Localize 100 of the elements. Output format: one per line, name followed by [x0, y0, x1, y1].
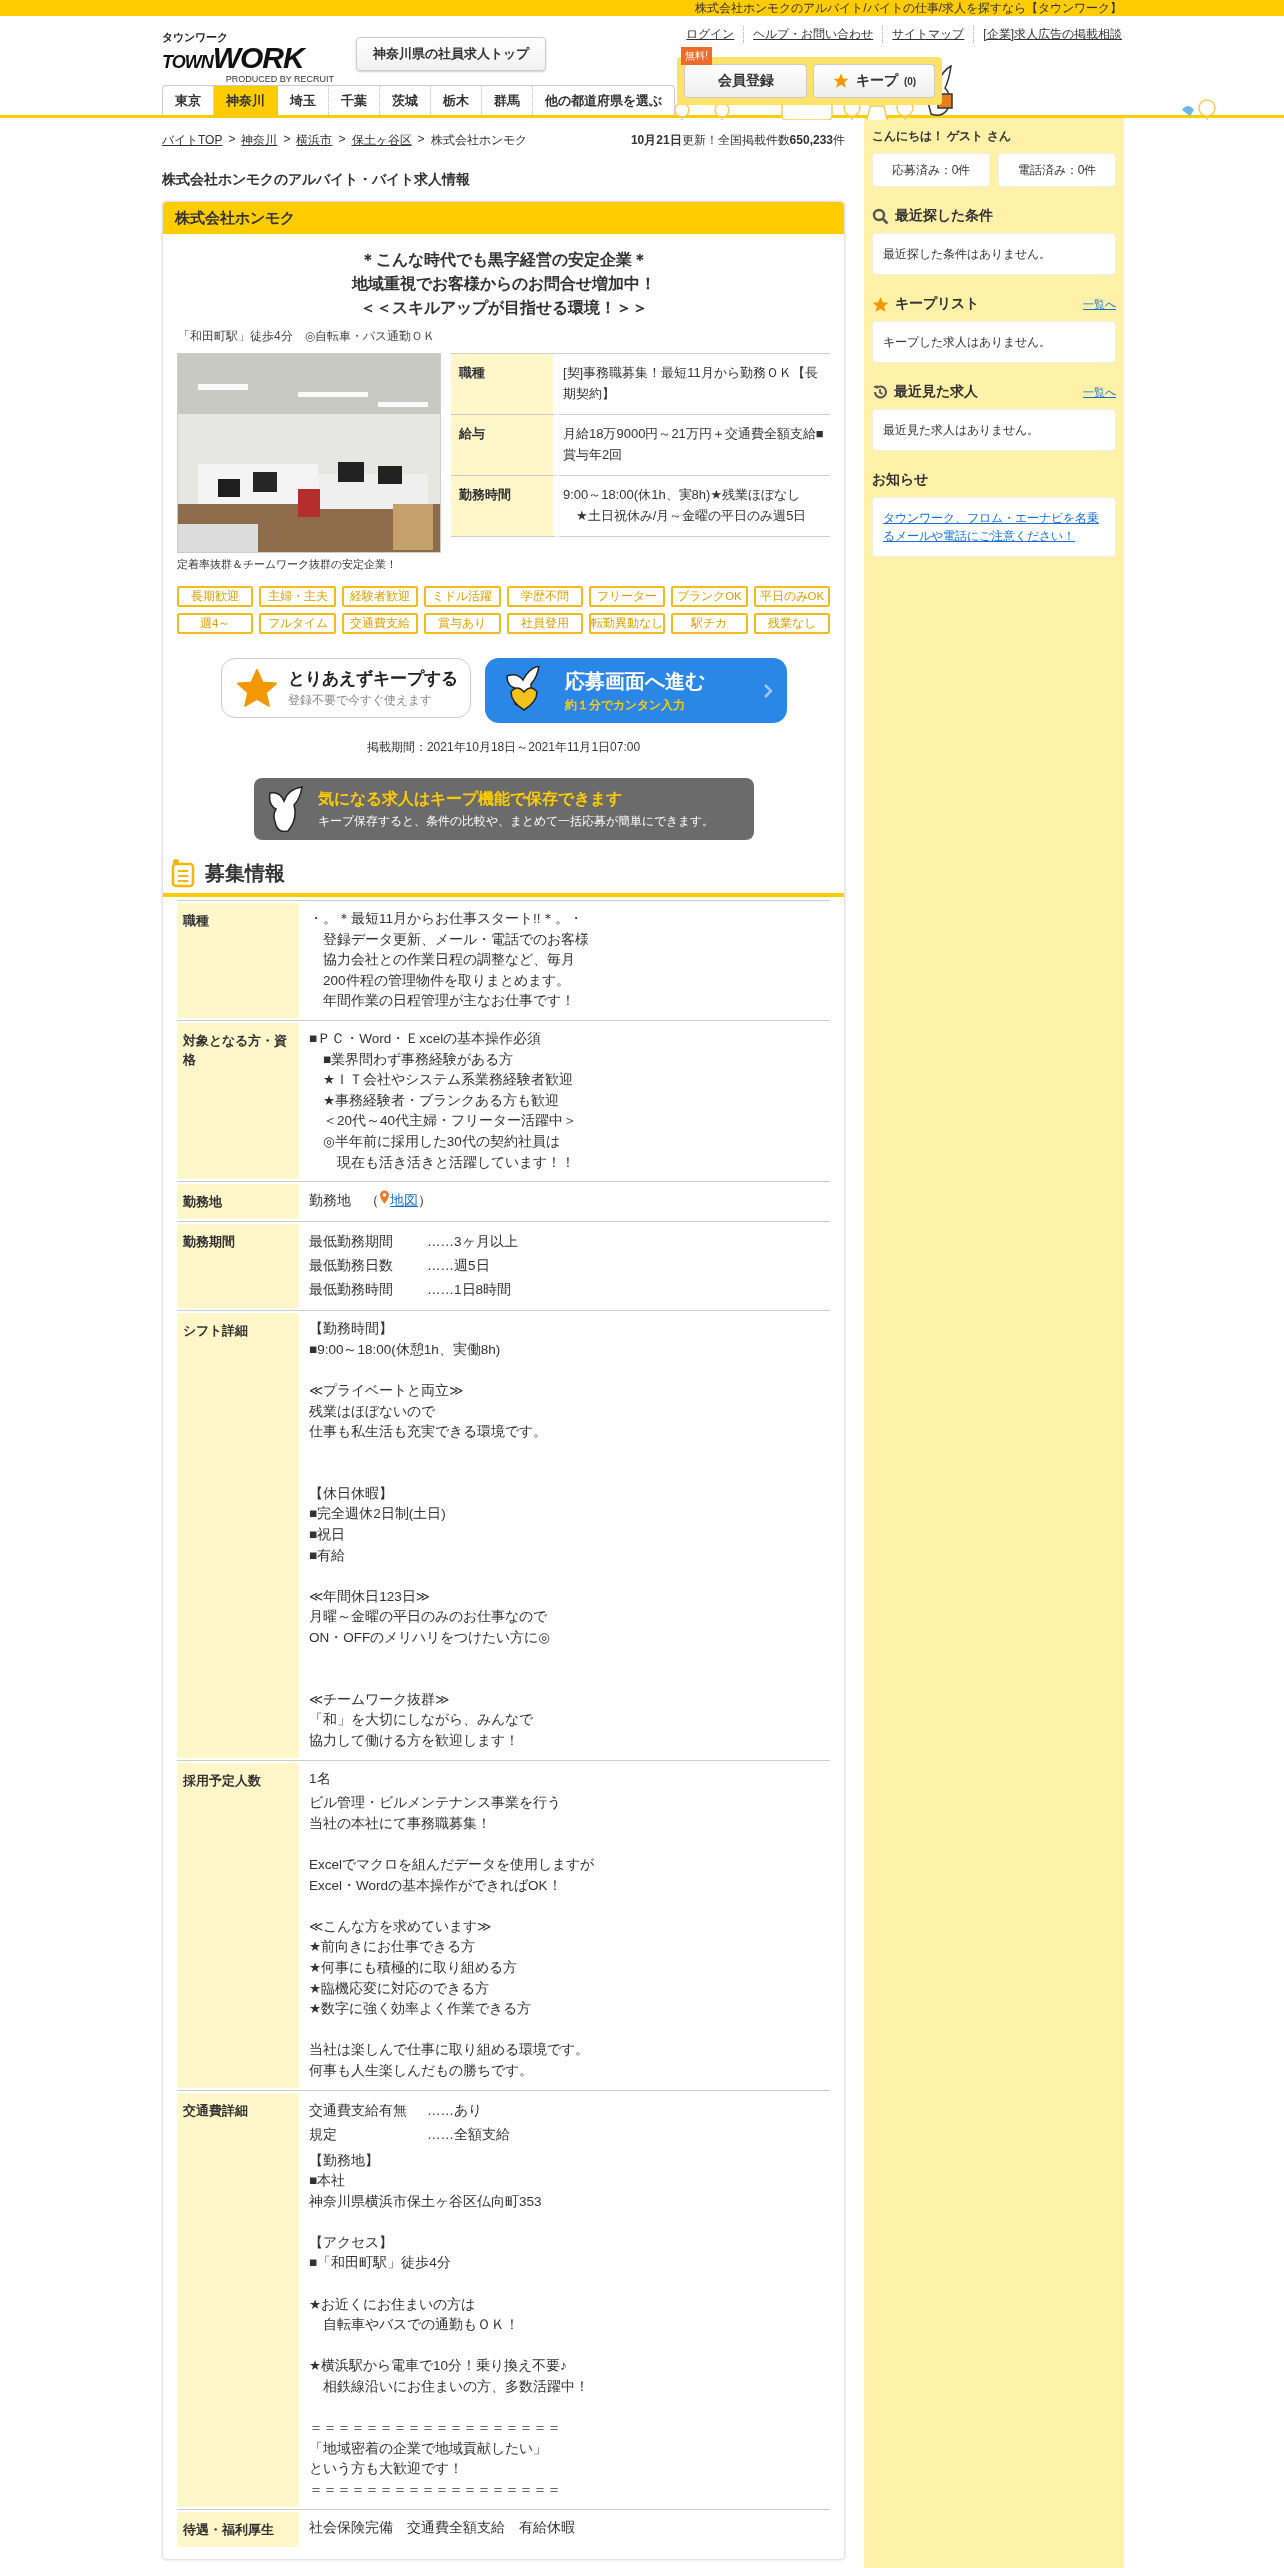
star-icon — [235, 668, 278, 708]
notice-link[interactable]: タウンワーク、フロム・エーナビを名乗るメールや電話にご注意ください！ — [883, 509, 1105, 545]
detail-text: 自転車やバスでの通勤もＯＫ！ — [322, 2316, 520, 2335]
detail-text: ■業界問わず事務経験がある方 — [322, 1050, 515, 1069]
update-info: 10月21日更新！全国掲載件数650,233件 — [630, 132, 845, 149]
detail-text: ■「和田町駅」徒歩4分 — [309, 2254, 452, 2273]
banner-title: 気になる求人はキープ機能で保存できます — [317, 788, 623, 810]
star-icon — [872, 295, 889, 313]
location-text: ） — [418, 1193, 432, 1209]
keep-button[interactable]: キープ (0) — [812, 64, 936, 98]
empty-message: 最近探した条件はありません。 — [883, 248, 1051, 260]
prefecture-tab[interactable]: 神奈川 — [214, 86, 278, 115]
feature-tag: 平日のみOK — [753, 586, 830, 607]
detail-text: 【アクセス】 — [309, 2233, 394, 2252]
detail-text: 神奈川県横浜市保土ヶ谷区仏向町353 — [309, 2192, 543, 2211]
feature-tag: 社員登用 — [506, 613, 583, 634]
empty-message: キープした求人はありません。 — [883, 336, 1051, 348]
feature-tag: ブランクOK — [671, 586, 748, 607]
detail-text: ★横浜駅から電車で10分！乗り換え不要♪ — [309, 2357, 568, 2376]
status-counter: 電話済み：0件 — [998, 153, 1116, 187]
section-title: 募集情報 — [205, 860, 285, 886]
view-all-link[interactable]: 一覧へ — [1083, 296, 1116, 312]
register-button[interactable]: 会員登録 — [684, 64, 807, 98]
detail-text: ■完全週休2日制(土日) — [309, 1505, 447, 1524]
feature-tag: フリーター — [588, 586, 666, 607]
feature-tag: フルタイム — [259, 613, 336, 634]
detail-text: ≪年間休日123日≫ — [309, 1587, 431, 1606]
detail-text: ★お近くにお住まいの方は — [309, 2295, 477, 2314]
detail-text: ■本社 — [309, 2172, 347, 2191]
sidebar-heading: 最近探した条件 — [895, 207, 993, 225]
map-pin-icon — [379, 1190, 390, 1206]
breadcrumb-link[interactable]: 横浜市 — [296, 132, 333, 149]
summary-label: 勤務時間 — [451, 476, 559, 537]
breadcrumb-link[interactable]: バイトTOP — [162, 132, 223, 149]
term-value: ……週5日 — [427, 1257, 490, 1276]
detail-text: ＝＝＝＝＝＝＝＝＝＝＝＝＝＝＝＝＝＝ — [309, 2419, 562, 2438]
apply-button[interactable]: 応募画面へ進む 約１分でカンタン入力 — [484, 658, 787, 723]
breadcrumb-current: 株式会社ホンモク — [430, 132, 527, 149]
breadcrumb-separator: > — [228, 132, 236, 148]
breadcrumb-separator: > — [338, 132, 346, 148]
term-label: 最低勤務日数 — [309, 1257, 394, 1276]
photo-caption: 定着率抜群＆チームワーク抜群の安定企業！ — [177, 557, 398, 572]
detail-text: ■有給 — [309, 1546, 347, 1565]
detail-text: ＝＝＝＝＝＝＝＝＝＝＝＝＝＝＝＝＝＝ — [309, 2481, 562, 2499]
detail-text: Excelでマクロを組んだデータを使用しますが — [309, 1855, 594, 1874]
row-label: 勤務期間 — [177, 1224, 299, 1309]
summary-label: 給与 — [451, 415, 559, 476]
row-label: 対象となる方・資格 — [177, 1022, 299, 1180]
logo[interactable]: タウンワーク TOWNWORK PRODUCED BY RECRUIT — [162, 32, 334, 84]
sidebar-heading: キープリスト — [895, 295, 979, 313]
detail-text: 「地域密着の企業で地域貢献したい」 — [309, 2439, 548, 2458]
term-value: ……1日8時間 — [427, 1281, 512, 1300]
feature-tag: 残業なし — [753, 613, 830, 634]
detail-text: 【休日休暇】 — [309, 1484, 394, 1503]
detail-text: 「和」を大切にしながら、みんなで — [309, 1711, 534, 1730]
detail-text: 何事も人生楽しんだもの勝ちです。 — [309, 2061, 534, 2080]
page-title: 株式会社ホンモクのアルバイト・バイト求人情報 — [162, 171, 471, 189]
detail-text: 【勤務時間】 — [309, 1320, 394, 1339]
detail-text: 1名 — [309, 1769, 332, 1788]
breadcrumb-link[interactable]: 神奈川 — [241, 132, 278, 149]
term-value: ……3ヶ月以上 — [427, 1233, 518, 1252]
detail-text: 残業はほぼないので — [309, 1402, 436, 1421]
detail-text: ★何事にも積極的に取り組める方 — [309, 1958, 519, 1977]
keep-job-button[interactable]: とりあえずキープする 登録不要で今すぐ使えます — [220, 658, 471, 718]
header-link[interactable]: ログイン — [677, 26, 744, 43]
breadcrumb-separator: > — [283, 132, 291, 148]
feature-tag: 主婦・主夫 — [259, 586, 336, 607]
employee-jobs-button[interactable]: 神奈川県の社員求人トップ — [356, 37, 546, 71]
banner-text: キープ保存すると、条件の比較や、まとめて一括応募が簡単にできます。 — [317, 812, 714, 830]
detail-text: 協力して働ける方を歓迎します！ — [309, 1732, 520, 1750]
row-label: シフト詳細 — [177, 1313, 299, 1758]
summary-value: 月給18万9000円～21万円＋交通費全額支給■賞与年2回 — [559, 415, 830, 476]
term-label: 規定 — [309, 2125, 338, 2144]
header-link[interactable]: [企業]求人広告の掲載相談 — [973, 26, 1122, 43]
breadcrumb-separator: > — [417, 132, 425, 148]
summary-value: [契]事務職募集！最短11月から勤務ＯＫ【長期契約】 — [559, 354, 830, 415]
view-all-link[interactable]: 一覧へ — [1083, 384, 1116, 400]
detail-text: 月曜～金曜の平日のみのお仕事なので — [309, 1608, 548, 1627]
header-link[interactable]: サイトマップ — [882, 26, 974, 43]
star-icon — [831, 72, 850, 90]
detail-text: ・。＊最短11月からお仕事スタート!!＊。・ — [309, 910, 584, 928]
detail-text: ビル管理・ビルメンテナンス事業を行う — [309, 1794, 562, 1813]
detail-text: ■9:00～18:00(休憩1h、実働8h) — [309, 1340, 502, 1359]
detail-text: 当社は楽しんで仕事に取り組める環境です。 — [309, 2041, 590, 2060]
detail-text: ★前向きにお仕事できる方 — [309, 1938, 477, 1957]
breadcrumb-link[interactable]: 保土ヶ谷区 — [351, 132, 412, 149]
sidebar-heading: お知らせ — [872, 471, 928, 489]
detail-text: 年間作業の日程管理が主なお仕事です！ — [322, 992, 576, 1011]
status-counter: 応募済み：0件 — [872, 153, 990, 187]
map-link[interactable]: 地図 — [390, 1193, 418, 1209]
term-value: ……全額支給 — [427, 2125, 510, 2144]
row-label: 待遇・福利厚生 — [177, 2511, 299, 2547]
row-label: 職種 — [177, 903, 299, 1018]
feature-tag: 駅チカ — [671, 613, 748, 634]
search-icon — [872, 207, 889, 225]
detail-text: ★ＩＴ会社やシステム系業務経験者歓迎 — [322, 1071, 575, 1090]
prefecture-tab[interactable]: 他の都道府県を選ぶ — [533, 86, 674, 115]
company-name: 株式会社ホンモク — [175, 208, 295, 228]
header-link[interactable]: ヘルプ・お問い合わせ — [743, 26, 883, 43]
detail-text: ≪チームワーク抜群≫ — [309, 1690, 451, 1709]
